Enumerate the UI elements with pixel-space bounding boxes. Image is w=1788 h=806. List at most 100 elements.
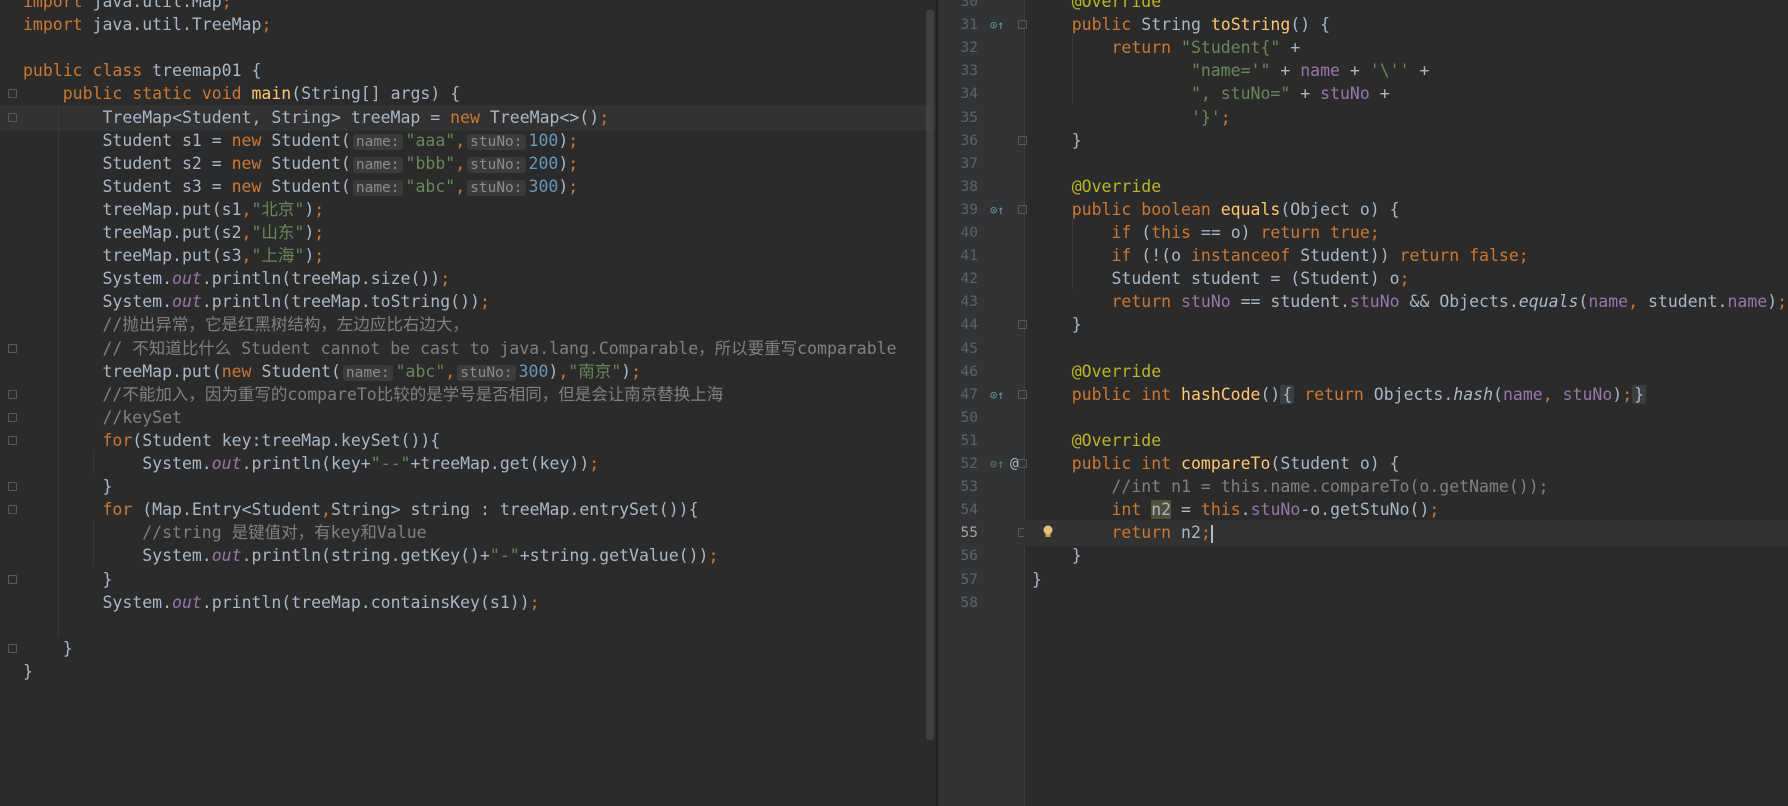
code-line[interactable]: //不能加入，因为重写的compareTo比较的是学号是否相同，但是会让南京替换… (0, 382, 936, 408)
vertical-scrollbar[interactable] (926, 10, 934, 740)
code-line[interactable]: //keySet (0, 405, 936, 431)
code-line[interactable]: System.out.println(string.getKey()+"-"+s… (0, 543, 936, 569)
code-token: ; (568, 130, 579, 150)
code-line[interactable]: public int hashCode(){ return Objects.ha… (1024, 382, 1788, 408)
code-line[interactable]: System.out.println(treeMap.toString()); (0, 289, 936, 315)
code-line[interactable]: for (Map.Entry<Student,String> string : … (0, 497, 936, 523)
code-line[interactable]: } (0, 474, 936, 500)
code-token: for (102, 500, 143, 520)
code-line[interactable]: System.out.println(treeMap.size()); (0, 266, 936, 292)
code-line[interactable]: treeMap.put(s3,"上海"); (0, 243, 936, 269)
code-line[interactable]: Student s3 = new Student(name: "abc", stuN… (0, 174, 936, 200)
code-line[interactable]: for(Student key:treeMap.keySet()){ (0, 428, 936, 454)
code-token: return true; (1260, 223, 1380, 242)
code-line[interactable]: ", stuNo=" + stuNo + (1024, 81, 1788, 107)
code-line[interactable]: TreeMap<Student, String> treeMap = new T… (0, 104, 936, 131)
code-token: "-" (489, 546, 520, 566)
code-token: .println(key+ (241, 454, 371, 473)
code-line[interactable]: } (1024, 567, 1788, 593)
code-line[interactable]: Student student = (Student) o; (1024, 266, 1788, 292)
code-line[interactable]: treeMap.put(s2,"山东"); (0, 220, 936, 246)
implement-icon[interactable]: ⊙↑ (990, 451, 1004, 477)
code-token: "abc" (405, 176, 456, 196)
code-line[interactable]: //string 是键值对，有key和Value (0, 520, 936, 546)
fold-marker-icon[interactable] (8, 112, 17, 122)
code-line[interactable]: System.out.println(treeMap.containsKey(s… (0, 590, 936, 616)
code-line[interactable]: @Override (1024, 428, 1788, 454)
code-line[interactable]: int n2 = this.stuNo-o.getStuNo(); (1024, 497, 1788, 523)
code-line[interactable]: '}'; (1024, 105, 1788, 131)
code-token: public (1032, 15, 1142, 35)
code-line[interactable]: } (1024, 312, 1788, 338)
fold-marker-icon[interactable] (8, 89, 17, 99)
code-token: stuNo (1349, 292, 1410, 312)
code-line[interactable]: //抛出异常，它是红黑树结构，左边应比右边大， (0, 312, 936, 338)
code-token: + (1280, 61, 1301, 81)
code-token: equals (1518, 292, 1579, 312)
editor-student[interactable]: 30 31 ⊙↑ 32 33 34 35 36 37 38 39 ⊙↑ 40 41 42 43 44 45 46 47… (938, 0, 1788, 806)
fold-marker-icon[interactable] (8, 505, 17, 515)
code-token: (!(o (1141, 246, 1191, 266)
code-line[interactable]: public String toString() { (1024, 12, 1788, 38)
fold-marker-icon[interactable] (8, 435, 17, 445)
override-icon[interactable]: ⊙↑ (990, 12, 1004, 38)
code-line[interactable] (1024, 590, 1788, 616)
code-token: @Override (1032, 430, 1162, 450)
code-line[interactable]: } (0, 636, 936, 662)
code-line[interactable] (0, 35, 936, 61)
line-number: 47 (960, 386, 978, 403)
code-line[interactable]: if (this == o) return true; (1024, 220, 1788, 246)
indent-guide (93, 520, 94, 567)
fold-marker-icon[interactable] (8, 643, 17, 653)
code-line[interactable]: public int compareTo(Student o) { (1024, 451, 1788, 477)
line-number: 54 (960, 502, 978, 519)
fold-marker-icon[interactable] (8, 343, 17, 353)
code-line[interactable] (1024, 405, 1788, 431)
code-token: treeMap.put(s3 (23, 246, 242, 266)
code-token: +treeMap.get(key)) (410, 454, 590, 473)
code-line[interactable]: if (!(o instanceof Student)) return fals… (1024, 243, 1788, 269)
code-line[interactable]: } (1024, 128, 1788, 154)
code-line[interactable]: public static void main(String[] args) { (0, 81, 936, 107)
code-line-text: return stuNo == student.stuNo && Objects… (1032, 289, 1787, 315)
code-line-text: //不能加入，因为重写的compareTo比较的是学号是否相同，但是会让南京替换… (23, 382, 723, 408)
code-line[interactable]: } (0, 567, 936, 593)
code-line[interactable]: treeMap.put(s1,"北京"); (0, 197, 936, 223)
code-token: '\'' (1369, 61, 1420, 81)
code-line-text: // 不知道比什么 Student cannot be cast to java… (23, 336, 896, 362)
code-line[interactable]: import java.util.TreeMap; (0, 12, 936, 38)
fold-marker-icon[interactable] (8, 412, 17, 422)
code-line[interactable]: @Override (1024, 174, 1788, 200)
code-line[interactable]: public boolean equals(Object o) { (1024, 197, 1788, 223)
lightbulb-icon[interactable] (1042, 525, 1054, 539)
code-line[interactable] (1024, 151, 1788, 177)
code-line[interactable] (1024, 336, 1788, 362)
fold-marker-icon[interactable] (8, 574, 17, 584)
code-line[interactable]: @Override (1024, 359, 1788, 385)
override-icon[interactable]: ⊙↑ (990, 197, 1004, 223)
code-token: treeMap.put( (23, 361, 222, 381)
code-line[interactable]: Student s1 = new Student(name: "aaa", stuN… (0, 128, 936, 154)
code-line[interactable]: } (0, 659, 936, 685)
fold-marker-icon[interactable] (8, 482, 17, 492)
code-line[interactable]: System.out.println(key+"--"+treeMap.get(… (0, 451, 936, 477)
code-line[interactable]: public class treemap01 { (0, 58, 936, 84)
code-token: name (1727, 292, 1768, 312)
code-line[interactable]: Student s2 = new Student(name: "bbb", stuN… (0, 151, 936, 177)
code-line[interactable]: return stuNo == student.stuNo && Objects… (1024, 289, 1788, 315)
code-line[interactable]: return "Student{" + (1024, 35, 1788, 61)
code-line[interactable] (0, 613, 936, 639)
code-token: ; (568, 176, 579, 196)
code-line[interactable]: return n2; (1024, 520, 1788, 547)
override-icon[interactable]: ⊙↑ (990, 382, 1004, 408)
code-line[interactable]: } (1024, 543, 1788, 569)
editor-treemap01[interactable]: import java.util.Map; import java.util.Tr… (0, 0, 936, 806)
fold-marker-icon[interactable] (8, 389, 17, 399)
code-token: ) (304, 223, 315, 242)
code-line[interactable]: //int n1 = this.name.compareTo(o.getName… (1024, 474, 1788, 500)
code-line[interactable]: "name='" + name + '\'' + (1024, 58, 1788, 84)
code-line[interactable]: treeMap.put(new Student(name: "abc", stuNo… (0, 359, 936, 385)
code-line[interactable]: // 不知道比什么 Student cannot be cast to java… (0, 336, 936, 362)
code-token: TreeMap<Student, String> treeMap = (23, 107, 451, 127)
